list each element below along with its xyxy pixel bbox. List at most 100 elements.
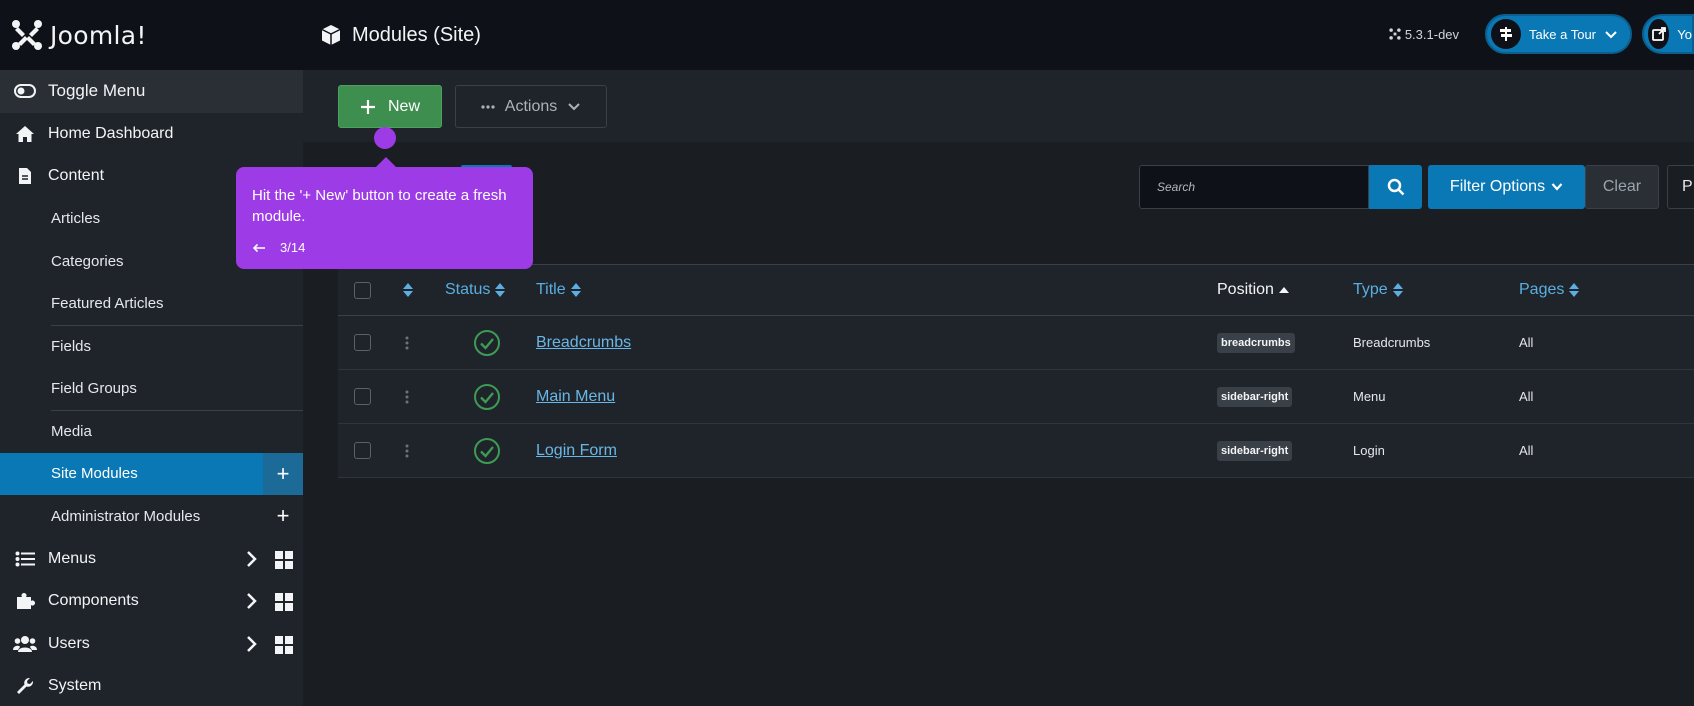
position-badge: sidebar-right [1217,440,1293,461]
title-column-header[interactable]: Title [536,265,582,315]
sidebar-item-label: Home Dashboard [48,124,174,142]
row-checkbox[interactable] [354,442,371,459]
top-header: Joomla! Modules (Site) 5.3.1-dev Take a … [0,0,1694,70]
module-pages: All [1519,335,1534,350]
ellipsis-icon [481,104,495,109]
table-row: Main Menu sidebar-right Menu All [338,370,1694,424]
sort-asc-icon [1278,287,1289,293]
chevron-right-icon [247,593,257,609]
sidebar-item-users[interactable]: Users [0,623,303,666]
toggle-menu-label: Toggle Menu [48,81,146,101]
published-check-icon[interactable] [473,383,501,411]
position-column-header[interactable]: Position [1217,265,1290,315]
pages-column-header[interactable]: Pages [1519,265,1580,315]
joomla-logo[interactable]: Joomla! [0,0,303,70]
actions-dropdown[interactable]: Actions [455,85,607,128]
published-check-icon[interactable] [473,329,501,357]
sidebar-item-site-modules[interactable]: Site Modules + [0,452,303,495]
list-limit-select[interactable]: P [1667,165,1694,209]
plus-icon [360,99,375,114]
page-title: Modules (Site) [352,23,481,46]
title-header-label: Title [536,281,566,298]
new-button-label: New [387,97,420,115]
new-button[interactable]: New [338,85,442,128]
tour-tooltip: Hit the '+ New' button to create a fresh… [236,157,533,269]
filter-options-label: Filter Options [1449,178,1546,195]
sidebar-item-label: Components [48,592,139,610]
module-title-link[interactable]: Login Form [536,442,617,460]
sidebar-item-components[interactable]: Components [0,580,303,623]
view-site-button[interactable]: Yo [1642,14,1694,54]
take-a-tour-button[interactable]: Take a Tour [1485,14,1632,54]
home-icon [16,125,34,142]
list-icon [15,551,35,567]
sidebar-item-label: Users [48,634,90,652]
modules-table: Status Title Position Type Pages Breadcr… [338,264,1694,478]
toggle-menu-button[interactable]: Toggle Menu [0,70,303,113]
sidebar-item-label: Media [51,422,92,440]
search-input[interactable] [1140,166,1368,208]
type-column-header[interactable]: Type [1353,265,1404,315]
position-header-label: Position [1217,281,1274,298]
add-admin-module-button[interactable]: + [263,495,303,538]
sidebar-item-home-dashboard[interactable]: Home Dashboard [0,113,303,156]
module-title-link[interactable]: Main Menu [536,388,615,406]
sidebar-item-label: Content [48,167,105,185]
module-type: Breadcrumbs [1353,335,1431,350]
status-header-label: Status [445,281,491,298]
row-checkbox[interactable] [354,334,371,351]
puzzle-icon [17,593,35,610]
sort-icon [1569,283,1580,297]
sidebar-item-administrator-modules[interactable]: Administrator Modules + [0,495,303,538]
filter-options-button[interactable]: Filter Options [1428,165,1585,209]
drag-handle-icon[interactable] [405,389,409,405]
sidebar-item-label: Field Groups [51,380,137,398]
sidebar-item-system[interactable]: System [0,665,303,706]
arrow-left-icon[interactable] [252,243,266,253]
position-badge: sidebar-right [1217,386,1293,407]
chevron-down-icon [568,102,580,110]
add-site-module-button[interactable]: + [263,452,303,495]
table-row: Breadcrumbs breadcrumbs Breadcrumbs All [338,316,1694,370]
sidebar-item-field-groups[interactable]: Field Groups [0,368,303,411]
sort-icon[interactable] [402,282,414,298]
clear-button[interactable]: Clear [1585,165,1659,209]
chevron-right-icon [247,635,257,652]
search-icon [1387,178,1404,196]
take-a-tour-label: Take a Tour [1529,26,1596,42]
signpost-icon [1491,19,1522,49]
module-title-link[interactable]: Breadcrumbs [536,334,631,352]
sidebar-item-label: Featured Articles [51,295,164,313]
row-checkbox[interactable] [354,388,371,405]
status-column-header[interactable]: Status [445,265,506,315]
search-field [1139,165,1369,209]
drag-handle-icon[interactable] [405,443,409,459]
table-row: Login Form sidebar-right Login All [338,424,1694,478]
drag-handle-icon[interactable] [405,335,409,351]
cube-icon [321,25,341,45]
position-badge: breadcrumbs [1217,332,1295,353]
sidebar-item-label: Site Modules [51,465,138,483]
sidebar-item-media[interactable]: Media [0,410,303,453]
sidebar: Toggle Menu Home Dashboard Content Artic… [0,70,303,706]
external-link-icon [1648,19,1670,49]
search-button[interactable] [1369,165,1422,209]
actions-label: Actions [504,97,558,115]
sidebar-item-menus[interactable]: Menus [0,538,303,581]
module-pages: All [1519,389,1534,404]
sidebar-item-featured-articles[interactable]: Featured Articles [0,283,303,326]
sort-icon [1392,283,1403,297]
dashboard-grid-icon[interactable] [275,593,293,611]
dashboard-grid-icon[interactable] [275,550,293,569]
select-all-checkbox[interactable] [354,281,371,299]
sidebar-item-fields[interactable]: Fields [0,325,303,368]
logo-text: Joomla! [50,20,147,50]
sort-icon [495,283,506,297]
published-check-icon[interactable] [473,437,501,465]
tour-step-counter: 3/14 [280,240,306,255]
dashboard-grid-icon[interactable] [275,635,293,654]
view-site-label: Yo [1677,26,1692,42]
tour-tooltip-text: Hit the '+ New' button to create a fresh… [252,187,507,225]
clear-label: Clear [1602,178,1642,195]
sidebar-item-label: Fields [51,337,92,355]
